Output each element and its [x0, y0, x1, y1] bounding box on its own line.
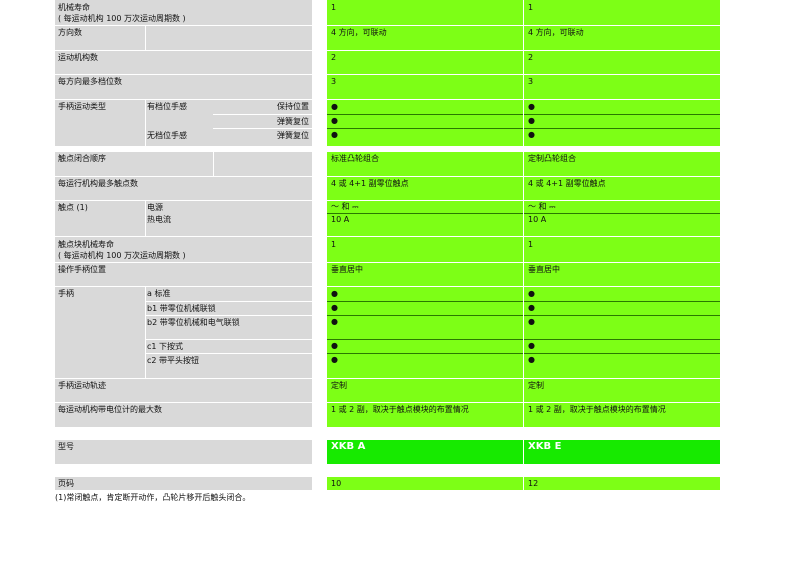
page-xkb-a: 10: [327, 477, 523, 490]
value-xkb-a: 定制: [327, 379, 523, 402]
label-cell: 操作手柄位置: [55, 263, 312, 286]
power-label: 电源: [147, 203, 163, 212]
spring-return-label-2: 弹簧复位: [277, 131, 309, 140]
value-xkb-e: 2: [524, 51, 720, 74]
value-xkb-e: 1: [524, 237, 720, 262]
row-mechanical-life: 机械寿命 ( 每运动机构 100 万次运动周期数 ) 1 1: [55, 0, 720, 25]
row-contacts: 触点 (1) 电源 热电流 ～ 和 ⎓ 10 A ～ 和 ⎓ 10 A: [55, 201, 720, 236]
row-label: 运动机构数: [58, 53, 98, 62]
hold-position-label: 保持位置: [277, 102, 309, 111]
spec-table: 机械寿命 ( 每运动机构 100 万次运动周期数 ) 1 1 方向数 4 方向，…: [55, 0, 720, 490]
row-sublabel: ( 每运动机构 100 万次运动周期数 ): [58, 251, 186, 260]
label-cell: 手柄 a 标准 b1 带零位机械联锁 b2 带零位机械和电气联锁 c1 下按式 …: [55, 287, 312, 378]
label-cell: 运动机构数: [55, 51, 312, 74]
label-cell: 每运动机构带电位计的最大数: [55, 403, 312, 427]
value-xkb-a: 垂直居中: [327, 263, 523, 286]
handle-b2: b2 带零位机械和电气联锁: [147, 318, 240, 327]
value-xkb-e: 定制: [524, 379, 720, 402]
handle-standard: a 标准: [147, 289, 171, 298]
row-operator-position: 操作手柄位置 垂直居中 垂直居中: [55, 263, 720, 286]
value-xkb-a: 1: [327, 0, 523, 25]
label-cell: 手柄运动轨迹: [55, 379, 312, 402]
label-cell: 触点闭合顺序: [55, 152, 312, 176]
footnote: (1)常闭触点，肯定断开动作，凸轮片移开后触头闭合。: [55, 493, 251, 502]
label-cell: 触点 (1) 电源 热电流: [55, 201, 312, 236]
row-label: 手柄运动类型: [58, 102, 106, 111]
value-xkb-a: ● ● ●: [327, 100, 523, 146]
row-max-contacts: 每运行机构最多触点数 4 或 4+1 副零位触点 4 或 4+1 副零位触点: [55, 177, 720, 200]
label-cell: 方向数: [55, 26, 312, 50]
label-cell: 触点块机械寿命 ( 每运动机构 100 万次运动周期数 ): [55, 237, 312, 262]
detent-label: 有档位手感: [147, 102, 187, 111]
row-label: 型号: [58, 442, 74, 451]
row-label: 手柄运动轨迹: [58, 381, 106, 390]
label-cell: 手柄运动类型 有档位手感 无档位手感 保持位置 弹簧复位 弹簧复位: [55, 100, 312, 146]
row-sublabel: ( 每运动机构 100 万次运动周期数 ): [58, 14, 186, 23]
row-mechanisms: 运动机构数 2 2: [55, 51, 720, 74]
value-xkb-a: 4 或 4+1 副零位触点: [327, 177, 523, 200]
row-handle-motion-type: 手柄运动类型 有档位手感 无档位手感 保持位置 弹簧复位 弹簧复位 ● ● ● …: [55, 100, 720, 146]
handle-c2: c2 带平头按钮: [147, 356, 200, 365]
row-directions: 方向数 4 方向，可联动 4 方向，可联动: [55, 26, 720, 50]
spring-return-label: 弹簧复位: [277, 117, 309, 126]
row-handle: 手柄 a 标准 b1 带零位机械联锁 b2 带零位机械和电气联锁 c1 下按式 …: [55, 287, 720, 378]
row-page: 页码 10 12: [55, 477, 720, 490]
page-xkb-e: 12: [524, 477, 720, 490]
value-xkb-a: 3: [327, 75, 523, 99]
handle-c1: c1 下按式: [147, 342, 184, 351]
value-xkb-e: 垂直居中: [524, 263, 720, 286]
thermal-current-label: 热电流: [147, 215, 171, 224]
row-label: 机械寿命: [58, 3, 90, 12]
row-handle-trajectory: 手柄运动轨迹 定制 定制: [55, 379, 720, 402]
row-label: 触点块机械寿命: [58, 240, 114, 249]
value-xkb-e: 1 或 2 副，取决于触点模块的布置情况: [524, 403, 720, 427]
value-xkb-e: 3: [524, 75, 720, 99]
value-xkb-a: ● ● ● ● ●: [327, 287, 523, 378]
value-xkb-a: 1 或 2 副，取决于触点模块的布置情况: [327, 403, 523, 427]
row-label: 触点 (1): [58, 203, 88, 212]
value-xkb-e: 1: [524, 0, 720, 25]
label-cell: 每方向最多档位数: [55, 75, 312, 99]
label-cell: 机械寿命 ( 每运动机构 100 万次运动周期数 ): [55, 0, 312, 25]
value-xkb-a: 1: [327, 237, 523, 262]
model-xkb-a: XKB A: [327, 440, 523, 464]
value-xkb-a: 标准凸轮组合: [327, 152, 523, 176]
row-max-potentiometers: 每运动机构带电位计的最大数 1 或 2 副，取决于触点模块的布置情况 1 或 2…: [55, 403, 720, 427]
value-xkb-e: 4 方向，可联动: [524, 26, 720, 50]
value-xkb-e: 定制凸轮组合: [524, 152, 720, 176]
label-cell: 每运行机构最多触点数: [55, 177, 312, 200]
value-xkb-e: ● ● ●: [524, 100, 720, 146]
label-cell: 型号: [55, 440, 312, 464]
row-contact-sequence: 触点闭合顺序 标准凸轮组合 定制凸轮组合: [55, 152, 720, 176]
row-label: 每方向最多档位数: [58, 77, 122, 86]
row-label: 每运行机构最多触点数: [58, 179, 138, 188]
value-xkb-e: ● ● ● ● ●: [524, 287, 720, 378]
handle-b1: b1 带零位机械联锁: [147, 304, 216, 313]
value-xkb-e: 4 或 4+1 副零位触点: [524, 177, 720, 200]
row-label: 触点闭合顺序: [58, 154, 106, 163]
model-xkb-e: XKB E: [524, 440, 720, 464]
row-contact-block-life: 触点块机械寿命 ( 每运动机构 100 万次运动周期数 ) 1 1: [55, 237, 720, 262]
row-label: 页码: [58, 479, 74, 488]
value-xkb-a: 4 方向，可联动: [327, 26, 523, 50]
row-positions: 每方向最多档位数 3 3: [55, 75, 720, 99]
label-cell: 页码: [55, 477, 312, 490]
row-label: 方向数: [58, 28, 82, 37]
value-xkb-a: ～ 和 ⎓ 10 A: [327, 201, 523, 236]
row-label: 操作手柄位置: [58, 265, 106, 274]
no-detent-label: 无档位手感: [147, 131, 187, 140]
row-model: 型号 XKB A XKB E: [55, 440, 720, 464]
row-label: 每运动机构带电位计的最大数: [58, 405, 162, 414]
value-xkb-e: ～ 和 ⎓ 10 A: [524, 201, 720, 236]
row-label: 手柄: [58, 289, 74, 298]
value-xkb-a: 2: [327, 51, 523, 74]
